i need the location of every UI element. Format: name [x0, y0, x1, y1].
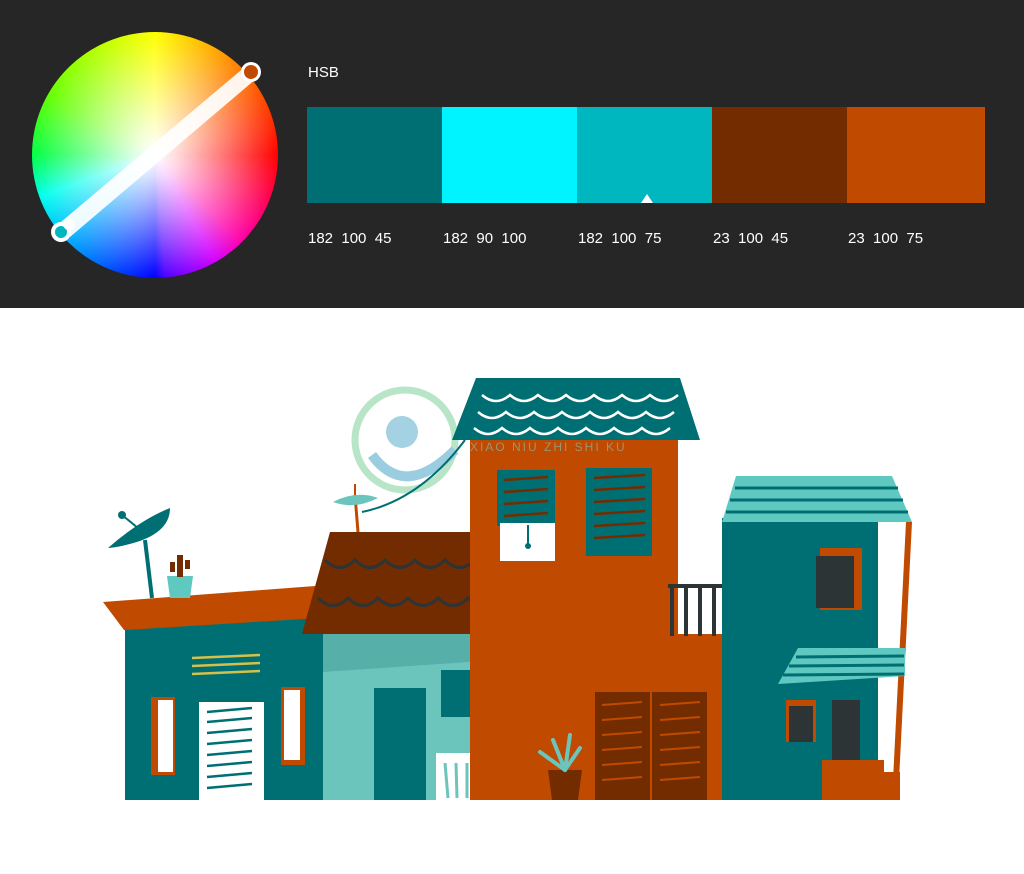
- swatch-row: [307, 107, 985, 203]
- swatch-4[interactable]: [712, 107, 847, 203]
- swatch-1-hsb-value[interactable]: 182 100 45: [308, 230, 391, 247]
- swatch-3-hsb-value[interactable]: 182 100 75: [578, 230, 661, 247]
- triangle-up-icon: [641, 194, 653, 203]
- primary-color-handle[interactable]: [241, 62, 261, 82]
- hsb-values-row: 182 100 45 182 90 100 182 100 75 23 100 …: [0, 230, 1024, 250]
- watermark-caption: XIAO NIU ZHI SHI KU: [470, 440, 627, 454]
- swatch-1[interactable]: [307, 107, 442, 203]
- color-harmony-panel: HSB 182 100 45 182 90 100 182 100 75 23 …: [0, 0, 1024, 308]
- swatch-2[interactable]: [442, 107, 577, 203]
- left-house: [103, 508, 330, 800]
- swatch-5[interactable]: [847, 107, 985, 203]
- right-house: [722, 476, 912, 800]
- watermark-logo: [351, 386, 459, 494]
- swatch-4-hsb-value[interactable]: 23 100 45: [713, 230, 788, 247]
- swatch-5-hsb-value[interactable]: 23 100 75: [848, 230, 923, 247]
- swatch-3[interactable]: [577, 107, 712, 203]
- swatch-2-hsb-value[interactable]: 182 90 100: [443, 230, 526, 247]
- tertiary-color-handle[interactable]: [63, 218, 75, 230]
- houses-illustration: [103, 378, 912, 800]
- color-mode-label: HSB: [308, 64, 339, 81]
